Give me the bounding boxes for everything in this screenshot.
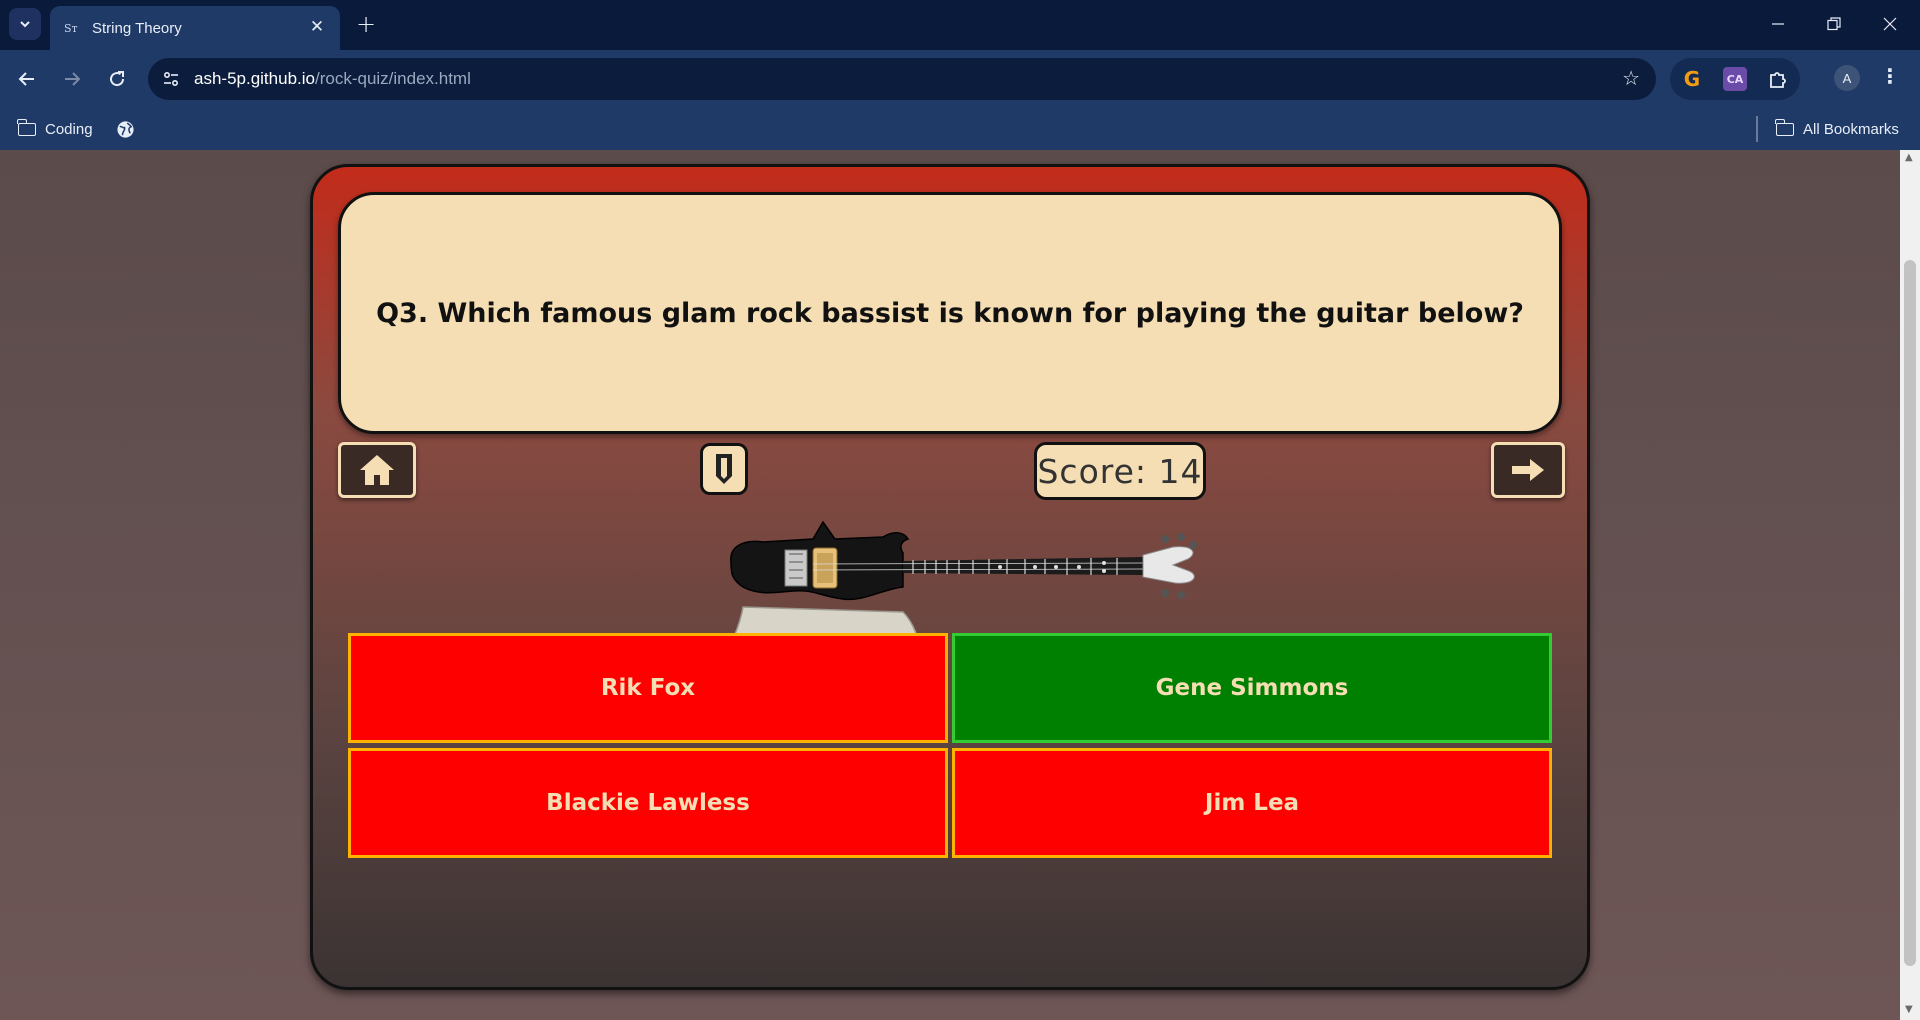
answer-option-4[interactable]: Jim Lea xyxy=(952,748,1552,858)
bookmark-coding[interactable]: Coding xyxy=(17,108,93,150)
tab-title: String Theory xyxy=(92,19,182,37)
tab-bar: Sᴛ String Theory ✕ + xyxy=(0,0,1920,50)
browser-menu-icon[interactable]: ⋮ xyxy=(1880,64,1900,88)
all-bookmarks[interactable]: All Bookmarks xyxy=(1775,108,1899,150)
bookmark-label: Coding xyxy=(45,120,93,138)
new-tab-button[interactable]: + xyxy=(352,10,380,38)
folder-icon xyxy=(1775,118,1794,136)
site-info-icon[interactable] xyxy=(158,66,184,92)
tab-favicon: Sᴛ xyxy=(64,21,78,35)
minimize-icon xyxy=(1772,23,1784,25)
arrow-right-icon xyxy=(1512,459,1544,481)
scrollbar-thumb[interactable] xyxy=(1904,260,1916,966)
g-extension-icon[interactable]: G xyxy=(1680,67,1704,91)
question-text: Q3. Which famous glam rock bassist is kn… xyxy=(376,297,1524,329)
scroll-down-icon[interactable]: ▼ xyxy=(1905,1004,1913,1015)
ca-extension-icon[interactable]: CA xyxy=(1723,67,1747,91)
home-icon xyxy=(360,455,394,485)
arrow-left-icon xyxy=(18,72,34,86)
close-tab-icon[interactable]: ✕ xyxy=(306,16,328,38)
url-path: /rock-quiz/index.html xyxy=(314,69,471,88)
answer-option-1[interactable]: Rik Fox xyxy=(348,633,948,743)
vertical-scrollbar[interactable]: ▲ ▼ xyxy=(1900,150,1920,1020)
browser-tab[interactable]: Sᴛ String Theory ✕ xyxy=(50,6,340,50)
url-text: ash-5p.github.io/rock-quiz/index.html xyxy=(194,69,471,89)
guitar-pick-icon xyxy=(716,454,732,484)
bookmark-globe[interactable] xyxy=(116,108,135,150)
page-viewport: Q3. Which famous glam rock bassist is kn… xyxy=(0,150,1900,1020)
all-bookmarks-label: All Bookmarks xyxy=(1803,120,1899,138)
bookmark-separator xyxy=(1756,116,1758,142)
guitar-pick-button[interactable] xyxy=(700,443,748,495)
puzzle-icon[interactable] xyxy=(1766,67,1790,91)
reload-icon xyxy=(110,71,125,87)
url-host: ash-5p.github.io xyxy=(194,69,315,88)
close-window-button[interactable] xyxy=(1870,8,1910,40)
back-button[interactable] xyxy=(10,62,44,96)
restore-icon xyxy=(1827,17,1841,31)
minimize-button[interactable] xyxy=(1758,8,1798,40)
next-question-button[interactable] xyxy=(1491,442,1565,498)
close-icon xyxy=(1883,17,1897,31)
answer-option-2[interactable]: Gene Simmons xyxy=(952,633,1552,743)
tab-search-button[interactable] xyxy=(9,8,41,40)
forward-button[interactable] xyxy=(55,62,89,96)
address-bar[interactable]: ash-5p.github.io/rock-quiz/index.html ☆ xyxy=(148,58,1656,100)
chevron-down-icon xyxy=(20,21,30,28)
home-button[interactable] xyxy=(338,442,416,498)
bookmarks-bar: Coding All Bookmarks xyxy=(0,108,1920,150)
quiz-card: Q3. Which famous glam rock bassist is kn… xyxy=(310,164,1590,990)
profile-avatar[interactable]: A xyxy=(1834,65,1860,91)
arrow-right-icon xyxy=(65,72,81,86)
extensions-group: G CA xyxy=(1670,58,1800,100)
bookmark-star-icon[interactable]: ☆ xyxy=(1622,66,1640,90)
score-display: Score: 14 xyxy=(1034,442,1206,500)
scroll-up-icon[interactable]: ▲ xyxy=(1905,152,1913,163)
browser-toolbar: ash-5p.github.io/rock-quiz/index.html ☆ … xyxy=(0,50,1920,108)
restore-button[interactable] xyxy=(1814,8,1854,40)
reload-button[interactable] xyxy=(100,62,134,96)
question-box: Q3. Which famous glam rock bassist is kn… xyxy=(338,192,1562,434)
answer-option-3[interactable]: Blackie Lawless xyxy=(348,748,948,858)
globe-icon xyxy=(117,120,134,138)
folder-icon xyxy=(17,118,36,136)
